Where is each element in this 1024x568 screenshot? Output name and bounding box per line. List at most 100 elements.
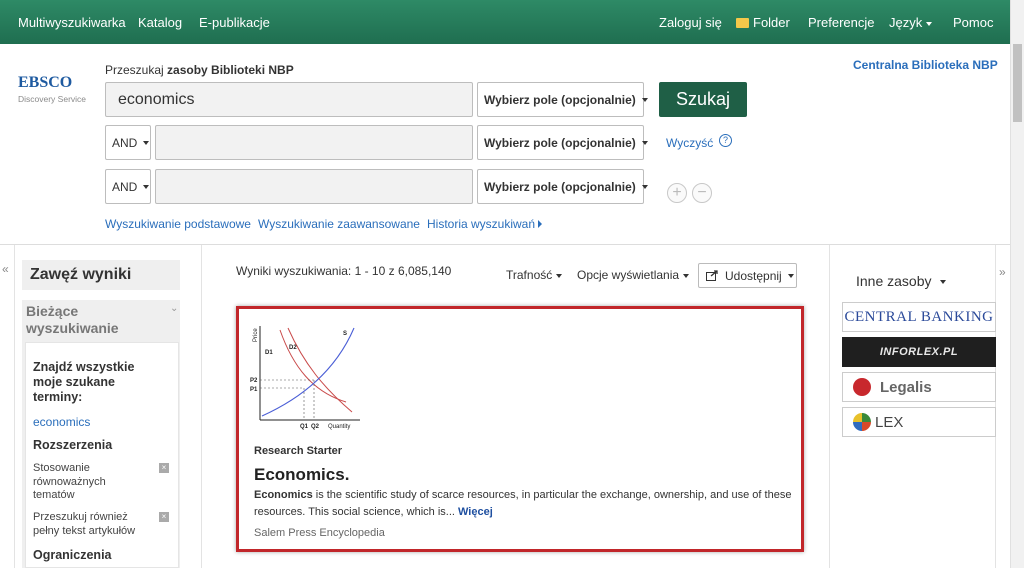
central-banking-text: CENTRAL BANKING <box>844 308 994 325</box>
nav-e-publikacje[interactable]: E-publikacje <box>199 15 270 30</box>
lex-emblem-icon <box>853 413 871 431</box>
login-link[interactable]: Zaloguj się <box>659 15 722 30</box>
display-options-label: Opcje wyświetlania <box>577 268 680 282</box>
share-button[interactable]: Udostępnij <box>698 263 797 288</box>
relevance-sort-menu[interactable]: Trafność <box>506 268 563 282</box>
nav-katalog[interactable]: Katalog <box>138 15 182 30</box>
scrollbar-thumb[interactable] <box>1013 44 1022 122</box>
chevron-down-icon <box>641 97 648 102</box>
basic-search-link[interactable]: Wyszukiwanie podstawowe <box>105 217 251 231</box>
logo-text: EBSCO <box>18 74 73 91</box>
limits-heading: Ograniczenia <box>33 548 112 562</box>
graph-y-label: Price <box>253 328 259 342</box>
snippet-text: is the scientific study of scarce resour… <box>254 489 792 518</box>
search-input-2[interactable] <box>155 125 473 160</box>
ebsco-logo[interactable]: EBSCO Discovery Service <box>18 74 90 104</box>
share-label: Udostępnij <box>725 268 782 283</box>
remove-row-icon[interactable]: − <box>692 183 712 203</box>
nav-multiwyszukiwarka[interactable]: Multiwyszukiwarka <box>18 15 126 30</box>
expanders-heading: Rozszerzenia <box>33 438 113 452</box>
logo-subtitle: Discovery Service <box>18 94 87 104</box>
left-panel-divider <box>201 245 202 568</box>
help-icon[interactable]: ? <box>719 134 732 147</box>
snippet-highlight: Economics <box>254 489 313 501</box>
search-history-link[interactable]: Historia wyszukiwań <box>427 217 543 231</box>
refine-results-title: Zawęź wyniki <box>22 260 180 290</box>
caret-right-icon <box>538 220 543 228</box>
legalis-emblem-icon <box>853 378 871 396</box>
search-history-label: Historia wyszukiwań <box>427 217 536 231</box>
header-divider <box>0 244 1010 245</box>
search-scope-prefix: Przeszukaj <box>105 63 164 77</box>
help-link[interactable]: Pomoc <box>953 15 993 30</box>
search-scope-label: Przeszukaj zasoby Biblioteki NBP <box>105 63 294 77</box>
search-input-1[interactable]: economics <box>105 82 473 117</box>
field-select-3[interactable]: Wybierz pole (opcjonalnie) <box>477 169 648 204</box>
legalis-logo[interactable]: Legalis <box>842 372 996 402</box>
share-icon <box>706 270 718 281</box>
current-search-heading[interactable]: Bieżące wyszukiwanie <box>26 303 161 337</box>
graph-p2-label: P2 <box>250 378 258 384</box>
chevron-down-icon <box>641 140 648 145</box>
find-all-terms-label: Znajdź wszystkie moje szukane terminy: <box>33 360 135 404</box>
field-select-2[interactable]: Wybierz pole (opcjonalnie) <box>477 125 648 160</box>
preferences-link[interactable]: Preferencje <box>808 15 874 30</box>
other-resources-heading[interactable]: Inne zasoby <box>856 273 946 289</box>
advanced-search-link[interactable]: Wyszukiwanie zaawansowane <box>258 217 420 231</box>
supply-demand-graph[interactable]: Price Quantity S D1 D2 P2 P1 Q1 Q2 <box>248 322 366 434</box>
inforlex-logo[interactable]: INFORLEX.PL <box>842 337 996 367</box>
search-input-3[interactable] <box>155 169 473 204</box>
more-link[interactable]: Więcej <box>458 506 493 518</box>
top-nav-bar: Multiwyszukiwarka Katalog E-publikacje Z… <box>0 0 1010 44</box>
operator-select-3[interactable]: AND <box>105 169 151 204</box>
expander-equivalent-subjects: Stosowanie równoważnych tematów <box>33 462 106 501</box>
collapse-left-icon[interactable]: « <box>2 262 9 276</box>
result-source: Salem Press Encyclopedia <box>254 527 385 539</box>
operator-select-2[interactable]: AND <box>105 125 151 160</box>
operator-2-label: AND <box>112 135 138 150</box>
folder-label: Folder <box>753 15 790 30</box>
graph-q1-label: Q1 <box>300 424 309 430</box>
legalis-text: Legalis <box>880 378 932 396</box>
graph-d2-label: D2 <box>289 345 297 351</box>
remove-expander-icon[interactable]: × <box>159 512 169 522</box>
field-select-1-label: Wybierz pole (opcjonalnie) <box>484 92 636 107</box>
lex-logo[interactable]: LEX <box>842 407 996 437</box>
chevron-down-icon <box>143 184 150 189</box>
chevron-down-icon <box>939 280 946 285</box>
graph-q2-label: Q2 <box>311 424 320 430</box>
field-select-2-label: Wybierz pole (opcjonalnie) <box>484 135 636 150</box>
folder-link[interactable]: Folder <box>736 15 790 30</box>
graph-p1-label: P1 <box>250 387 258 393</box>
remove-expander-icon[interactable]: × <box>159 463 169 473</box>
field-select-3-label: Wybierz pole (opcjonalnie) <box>484 179 636 194</box>
operator-3-label: AND <box>112 179 138 194</box>
display-options-menu[interactable]: Opcje wyświetlania <box>577 268 690 282</box>
search-scope-strong: zasoby Biblioteki NBP <box>167 63 294 77</box>
clear-link[interactable]: Wyczyść <box>666 136 713 150</box>
add-row-icon[interactable]: + <box>667 183 687 203</box>
lex-text: LEX <box>875 413 904 431</box>
results-summary: Wyniki wyszukiwania: 1 - 10 z 6,085,140 <box>236 264 452 278</box>
result-snippet: Economics is the scientific study of sca… <box>254 487 794 521</box>
page-scrollbar[interactable] <box>1010 0 1024 568</box>
language-menu[interactable]: Język <box>889 15 933 30</box>
chevron-down-icon <box>926 21 933 26</box>
other-resources-label: Inne zasoby <box>856 273 932 289</box>
result-title[interactable]: Economics. <box>254 465 349 485</box>
folder-icon <box>736 18 749 28</box>
expand-right-icon[interactable]: » <box>999 265 1006 279</box>
graph-s-label: S <box>343 331 347 337</box>
chevron-down-icon[interactable]: ⌄ <box>170 303 178 314</box>
central-banking-logo[interactable]: CENTRAL BANKING <box>842 302 996 332</box>
relevance-label: Trafność <box>506 268 553 282</box>
search-term-link[interactable]: economics <box>33 415 90 429</box>
inforlex-text: INFORLEX.PL <box>879 346 959 358</box>
expander-full-text: Przeszukuj również pełny tekst artykułów <box>33 511 136 537</box>
result-type-label: Research Starter <box>254 445 343 457</box>
search-button[interactable]: Szukaj <box>659 82 747 117</box>
chevron-down-icon <box>683 273 690 278</box>
field-select-1[interactable]: Wybierz pole (opcjonalnie) <box>477 82 648 117</box>
graph-d1-label: D1 <box>265 350 273 356</box>
library-name-link[interactable]: Centralna Biblioteka NBP <box>853 58 998 72</box>
